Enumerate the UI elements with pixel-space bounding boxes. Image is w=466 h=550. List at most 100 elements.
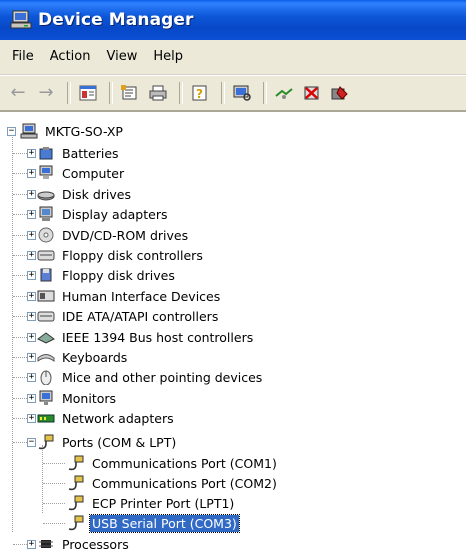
- tree-item-label: Human Interface Devices: [62, 288, 221, 304]
- expand-toggle[interactable]: +: [27, 353, 36, 362]
- tree-item-category[interactable]: Floppy disk drives: [37, 265, 177, 285]
- computer-icon: [37, 165, 55, 181]
- menu-action[interactable]: Action: [42, 46, 99, 68]
- tree-connector: [12, 137, 13, 532]
- console-tree-icon: [79, 85, 97, 101]
- tree-item-category[interactable]: DVD/CD-ROM drives: [37, 225, 190, 245]
- expand-toggle[interactable]: +: [27, 169, 36, 178]
- tree-item-label-selected: USB Serial Port (COM3): [89, 513, 240, 533]
- tree-item-label: Mice and other pointing devices: [62, 369, 263, 385]
- print-button[interactable]: [146, 81, 170, 105]
- tree-item-category[interactable]: IEEE 1394 Bus host controllers: [37, 327, 255, 347]
- tree-item-label: Floppy disk controllers: [62, 247, 203, 263]
- tree-item-category[interactable]: Network adapters: [37, 408, 176, 428]
- tree-connector: [43, 483, 65, 484]
- expand-toggle[interactable]: +: [27, 333, 36, 342]
- expand-processors-toggle[interactable]: +: [27, 540, 36, 549]
- tree-item-category[interactable]: Mice and other pointing devices: [37, 367, 264, 387]
- network-adapter-icon: [37, 410, 55, 426]
- tree-item-com1[interactable]: Communications Port (COM1): [67, 453, 279, 473]
- tree-item-label: Network adapters: [62, 410, 174, 426]
- disable-icon: [331, 86, 348, 100]
- expand-toggle[interactable]: +: [27, 414, 36, 423]
- disable-button[interactable]: [328, 81, 352, 105]
- expand-toggle[interactable]: +: [27, 210, 36, 219]
- svg-text:?: ?: [196, 87, 203, 101]
- scan-hardware-button[interactable]: [230, 81, 254, 105]
- expand-toggle[interactable]: +: [27, 312, 36, 321]
- battery-icon: [37, 145, 55, 161]
- port-icon: [67, 455, 85, 471]
- expand-toggle[interactable]: +: [27, 231, 36, 240]
- title-bar[interactable]: Device Manager: [0, 0, 466, 40]
- update-driver-icon: [275, 88, 293, 99]
- tree-item-com2[interactable]: Communications Port (COM2): [67, 473, 279, 493]
- expand-toggle[interactable]: +: [27, 394, 36, 403]
- collapse-root-toggle[interactable]: −: [7, 127, 16, 136]
- tree-connector: [43, 523, 65, 524]
- expand-toggle[interactable]: +: [27, 190, 36, 199]
- floppy-drive-icon: [37, 267, 55, 283]
- tree-item-category[interactable]: Monitors: [37, 388, 118, 408]
- tree-item-label: IEEE 1394 Bus host controllers: [62, 329, 254, 345]
- port-icon: [67, 495, 85, 511]
- tree-item-category[interactable]: Floppy disk controllers: [37, 245, 205, 265]
- update-driver-button[interactable]: [272, 81, 296, 105]
- tree-item-label: Display adapters: [62, 206, 168, 222]
- collapse-ports-toggle[interactable]: −: [27, 438, 36, 447]
- window-title: Device Manager: [38, 10, 194, 30]
- tree-item-category[interactable]: Keyboards: [37, 347, 129, 367]
- port-icon: [37, 434, 55, 450]
- tree-item-label: Ports (COM & LPT): [62, 434, 177, 450]
- console-tree-button[interactable]: [76, 81, 100, 105]
- tree-item-category[interactable]: IDE ATA/ATAPI controllers: [37, 306, 220, 326]
- computer-icon: [20, 123, 38, 139]
- back-button[interactable]: ←: [6, 81, 30, 105]
- help-button[interactable]: ?: [188, 81, 212, 105]
- uninstall-icon: [304, 86, 319, 100]
- tree-item-label: Communications Port (COM1): [92, 455, 277, 471]
- toolbar-separator: [263, 82, 267, 104]
- uninstall-button[interactable]: [300, 81, 324, 105]
- tree-item-label: Processors: [62, 536, 129, 550]
- ide-controller-icon: [37, 308, 55, 324]
- device-tree[interactable]: − MKTG-SO-XP + Batteries + Computer + Disk dr…: [0, 111, 466, 550]
- tree-item-category[interactable]: Disk drives: [37, 184, 133, 204]
- tree-item-label: Floppy disk drives: [62, 267, 175, 283]
- tree-item-category[interactable]: Batteries: [37, 143, 121, 163]
- ieee1394-icon: [37, 329, 55, 345]
- toolbar-separator: [67, 82, 71, 104]
- tree-item-label: ECP Printer Port (LPT1): [92, 495, 235, 511]
- tree-item-label: IDE ATA/ATAPI controllers: [62, 308, 219, 324]
- controller-icon: [37, 247, 55, 263]
- menu-help[interactable]: Help: [145, 46, 191, 68]
- tree-connector: [43, 503, 65, 504]
- port-icon: [67, 475, 85, 491]
- tree-root[interactable]: MKTG-SO-XP: [20, 121, 125, 141]
- expand-toggle[interactable]: +: [27, 373, 36, 382]
- tree-item-category[interactable]: Human Interface Devices: [37, 286, 222, 306]
- tree-item-category[interactable]: Display adapters: [37, 204, 169, 224]
- tree-item-label: Communications Port (COM2): [92, 475, 277, 491]
- tree-item-ports[interactable]: Ports (COM & LPT): [37, 432, 178, 452]
- menu-file[interactable]: File: [4, 46, 42, 68]
- print-icon: [149, 85, 167, 101]
- expand-toggle[interactable]: +: [27, 271, 36, 280]
- menu-view[interactable]: View: [98, 46, 145, 68]
- processor-icon: [37, 536, 55, 550]
- tree-item-category[interactable]: Computer: [37, 163, 126, 183]
- mouse-icon: [37, 369, 55, 386]
- expand-toggle[interactable]: +: [27, 251, 36, 260]
- monitor-icon: [37, 390, 55, 406]
- menu-bar: File Action View Help: [0, 40, 466, 75]
- tree-item-processors[interactable]: Processors: [37, 534, 131, 550]
- tree-item-label: Computer: [62, 165, 125, 181]
- forward-button[interactable]: →: [34, 81, 58, 105]
- expand-toggle[interactable]: +: [27, 292, 36, 301]
- disk-drive-icon: [37, 186, 55, 202]
- toolbar-separator: [109, 82, 113, 104]
- tree-item-lpt1[interactable]: ECP Printer Port (LPT1): [67, 493, 236, 513]
- properties-button[interactable]: [118, 81, 142, 105]
- expand-toggle[interactable]: +: [27, 149, 36, 158]
- tree-item-com3[interactable]: USB Serial Port (COM3): [67, 513, 240, 533]
